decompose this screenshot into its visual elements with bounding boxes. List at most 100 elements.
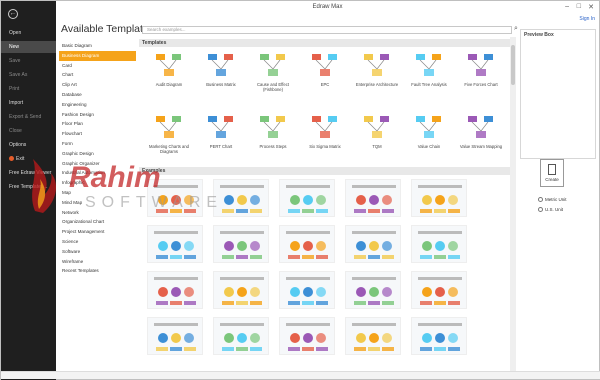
category-item[interactable]: Infographic [59, 178, 136, 188]
sidebar-item-close[interactable]: Close [1, 125, 56, 137]
templates-section-header: Templates [139, 39, 510, 47]
category-item[interactable]: Project Management [59, 227, 136, 237]
sidebar-item-export-send[interactable]: Export & Send [1, 111, 56, 123]
category-item[interactable]: Recent Templates [59, 266, 136, 276]
template-tile[interactable]: Process Steps [249, 113, 297, 149]
category-item[interactable]: Fashion Design [59, 110, 136, 120]
template-tile[interactable]: Marketing Charts and Diagrams [145, 113, 193, 154]
sidebar-item-import[interactable]: Import [1, 97, 56, 109]
category-item[interactable]: Clip Art [59, 80, 136, 90]
window-title: Edraw Max [312, 4, 343, 10]
close-icon[interactable]: ✕ [588, 3, 594, 11]
scrollbar-thumb[interactable] [511, 45, 515, 85]
template-tile[interactable]: Fault Tree Analysis [405, 51, 453, 87]
category-item[interactable]: Floor Plan [59, 119, 136, 129]
category-item[interactable]: Form [59, 139, 136, 149]
example-thumbnail[interactable] [279, 317, 335, 355]
example-thumbnail[interactable] [345, 317, 401, 355]
example-thumbnail[interactable] [411, 225, 467, 263]
category-item[interactable]: Database [59, 90, 136, 100]
example-thumbnail[interactable] [345, 179, 401, 217]
sidebar-item-print[interactable]: Print [1, 83, 56, 95]
example-thumbnail[interactable] [411, 271, 467, 309]
example-thumbnail[interactable] [345, 271, 401, 309]
template-tile[interactable]: PERT Chart [197, 113, 245, 149]
example-thumbnail[interactable] [213, 317, 269, 355]
example-thumbnail[interactable] [345, 225, 401, 263]
category-item[interactable]: Software [59, 247, 136, 257]
cause-effect-icon [258, 51, 288, 79]
sign-in-link[interactable]: Sign In [579, 16, 595, 22]
template-tile[interactable]: Five Forces Chart [457, 51, 505, 87]
sidebar-item-exit[interactable]: Exit [1, 153, 56, 165]
example-thumbnail[interactable] [411, 179, 467, 217]
category-item[interactable]: Basic Diagram [59, 41, 136, 51]
category-item[interactable]: Map [59, 188, 136, 198]
category-item[interactable]: Science [59, 237, 136, 247]
template-label: Value Chain [417, 144, 441, 149]
template-label: Five Forces Chart [464, 82, 498, 87]
metric-unit-label: Metric Unit [545, 197, 567, 202]
example-thumbnail[interactable] [411, 317, 467, 355]
category-item[interactable]: Organizational Chart [59, 217, 136, 227]
sidebar-item-free-viewer[interactable]: Free Edraw Viewer [1, 167, 56, 179]
example-thumbnail[interactable] [147, 225, 203, 263]
category-item[interactable]: Graphic Organizer [59, 159, 136, 169]
template-label: Enterprise Architecture [355, 82, 399, 87]
category-item[interactable]: Industrial Automation [59, 168, 136, 178]
metric-unit-radio[interactable]: Metric Unit [538, 197, 567, 202]
sidebar-item-options[interactable]: Options [1, 139, 56, 151]
exit-icon [9, 156, 14, 161]
template-label: EPC [320, 82, 330, 87]
template-tile[interactable]: Enterprise Architecture [353, 51, 401, 87]
category-item[interactable]: Flowchart [59, 129, 136, 139]
example-thumbnail[interactable] [279, 225, 335, 263]
sidebar-item-free-templates[interactable]: Free Templates... [1, 181, 56, 193]
template-tile[interactable]: TQM [353, 113, 401, 149]
example-thumbnail[interactable] [213, 179, 269, 217]
template-tile[interactable]: EPC [301, 51, 349, 87]
create-button[interactable]: Create [540, 159, 564, 187]
five-forces-icon [466, 51, 496, 79]
sidebar-item-new[interactable]: New [1, 41, 56, 53]
template-tile[interactable]: Value Chain [405, 113, 453, 149]
search-input[interactable]: Search examples... [142, 26, 512, 34]
sidebar-item-save[interactable]: Save [1, 55, 56, 67]
template-tile[interactable]: Six Sigma Matrix [301, 113, 349, 149]
template-tile[interactable]: Value Stream Mapping [457, 113, 505, 149]
example-thumbnail[interactable] [279, 271, 335, 309]
category-item[interactable]: Wireframe [59, 257, 136, 267]
category-list: Basic Diagram Business Diagram Card Chart Cl… [59, 41, 136, 276]
example-thumbnail[interactable] [147, 271, 203, 309]
maximize-icon[interactable]: □ [577, 3, 581, 10]
create-label: Create [545, 177, 559, 182]
gallery-scrollbar[interactable] [510, 37, 516, 373]
example-thumbnail[interactable] [213, 271, 269, 309]
category-item[interactable]: Chart [59, 70, 136, 80]
category-item[interactable]: Business Diagram [59, 50, 136, 61]
example-thumbnail[interactable] [279, 179, 335, 217]
file-sidebar: ← Open New Save Save As Print Import Exp… [1, 1, 56, 380]
back-arrow-icon[interactable]: ← [8, 9, 18, 19]
template-tile[interactable]: Business Matrix [197, 51, 245, 87]
category-item[interactable]: Graphic Design [59, 149, 136, 159]
example-thumbnail[interactable] [147, 179, 203, 217]
sidebar-item-save-as[interactable]: Save As [1, 69, 56, 81]
search-icon[interactable]: ⌕ [514, 25, 518, 33]
status-bar [1, 371, 600, 379]
example-thumbnail[interactable] [213, 225, 269, 263]
value-stream-icon [466, 113, 496, 141]
category-item[interactable]: Mind Map [59, 198, 136, 208]
category-item[interactable]: Card [59, 61, 136, 71]
minimize-icon[interactable]: – [565, 3, 569, 10]
template-label: TQM [372, 144, 382, 149]
sidebar-item-open[interactable]: Open [1, 27, 56, 39]
template-tile[interactable]: Cause and Effect (Fishbone) [249, 51, 297, 92]
category-item[interactable]: Engineering [59, 100, 136, 110]
example-thumbnail[interactable] [147, 317, 203, 355]
category-item[interactable]: Network [59, 208, 136, 218]
business-matrix-icon [206, 51, 236, 79]
preview-title: Preview Box [524, 32, 554, 38]
us-unit-radio[interactable]: U.S. Unit [538, 207, 563, 212]
template-tile[interactable]: Audit Diagram [145, 51, 193, 87]
